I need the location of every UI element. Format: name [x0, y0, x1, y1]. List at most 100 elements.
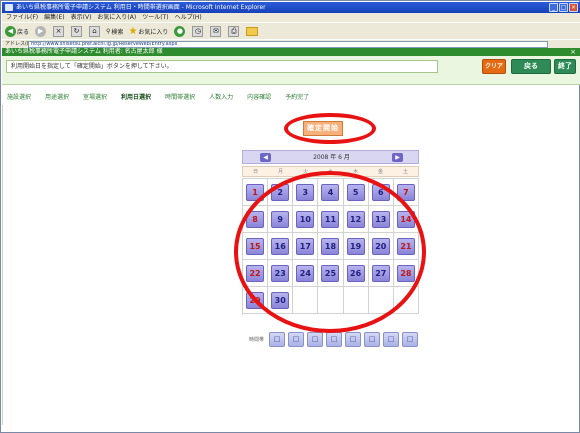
weekday-header: 日 月 火 水 木 金 土	[242, 166, 419, 177]
browser-window: あいち県税事務所電子申請システム 利用日・時間帯選択画面 - Microsoft…	[0, 0, 580, 433]
calendar-cell: 30	[268, 287, 294, 314]
refresh-button[interactable]: ↻	[70, 25, 83, 38]
tab-room[interactable]: 室場選択	[83, 93, 107, 103]
tab-complete[interactable]: 予約完了	[285, 93, 309, 103]
content-divider	[2, 105, 3, 425]
forward-arrow-icon: ▶	[35, 25, 47, 37]
calendar-day-button[interactable]: 22	[246, 264, 265, 282]
calendar-cell: 14	[393, 206, 419, 233]
back-page-button[interactable]: 戻る	[511, 59, 551, 74]
app-close-icon[interactable]: ×	[570, 48, 576, 56]
forward-button[interactable]: ▶	[34, 25, 47, 38]
calendar-day-button[interactable]: 5	[346, 183, 365, 201]
calendar-day-button[interactable]: 10	[296, 210, 315, 228]
maximize-icon[interactable]: □	[559, 3, 568, 12]
calendar-cell: 13	[368, 206, 394, 233]
calendar-day-button[interactable]: 28	[396, 264, 415, 282]
menu-favorites[interactable]: お気に入り(A)	[97, 13, 136, 22]
calendar-day-button[interactable]: 7	[396, 183, 415, 201]
time-slot-button[interactable]: □	[364, 332, 381, 347]
folder-button[interactable]	[245, 25, 258, 38]
calendar-day-button[interactable]: 12	[346, 210, 365, 228]
home-button[interactable]: ⌂	[88, 25, 101, 38]
calendar-day-button[interactable]: 11	[321, 210, 340, 228]
favorites-button[interactable]: ★ お気に入り	[128, 25, 168, 38]
calendar-day-button[interactable]: 27	[371, 264, 390, 282]
tab-date[interactable]: 利用日選択	[121, 93, 151, 103]
calendar-day-button[interactable]: 19	[346, 237, 365, 255]
back-button[interactable]: ◀ 戻る	[5, 25, 29, 38]
stop-button[interactable]: ×	[52, 25, 65, 38]
tab-confirm[interactable]: 内容確認	[247, 93, 271, 103]
menu-help[interactable]: ヘルプ(H)	[175, 13, 202, 22]
calendar-day-button[interactable]: 9	[271, 210, 290, 228]
search-button[interactable]: ⚲ 検索	[106, 25, 123, 38]
calendar-cell: 29	[243, 287, 269, 314]
print-button[interactable]: ⎙	[227, 25, 240, 38]
tab-purpose[interactable]: 用途選択	[45, 93, 69, 103]
end-button[interactable]: 終了	[554, 59, 576, 74]
calendar-cell: 15	[243, 233, 269, 260]
star-icon: ★	[128, 25, 138, 37]
calendar-day-button[interactable]: 2	[271, 183, 290, 201]
time-slot-button[interactable]: □	[288, 332, 305, 347]
weekday-label: 木	[352, 169, 358, 175]
close-icon[interactable]: ×	[569, 3, 578, 12]
weekday-label: 水	[327, 169, 333, 175]
time-slot-button[interactable]: □	[383, 332, 400, 347]
address-bar: アドレス(D) http://www.shisetsu.pref.aichi.l…	[2, 39, 580, 48]
calendar-day-button[interactable]: 30	[271, 291, 290, 309]
media-button[interactable]: ●	[173, 25, 186, 38]
time-slot-button[interactable]: □	[326, 332, 343, 347]
calendar-day-button[interactable]: 23	[271, 264, 290, 282]
time-slot-button[interactable]: □	[345, 332, 362, 347]
calendar-day-button[interactable]: 18	[321, 237, 340, 255]
time-slot-button[interactable]: □	[269, 332, 286, 347]
calendar-day-button[interactable]: 6	[371, 183, 390, 201]
prev-month-button[interactable]: ◀	[260, 153, 271, 162]
step-tabs: 施設選択 用途選択 室場選択 利用日選択 時間帯選択 人数入力 内容確認 予約完…	[2, 93, 580, 103]
calendar-day-button[interactable]: 17	[296, 237, 315, 255]
time-slot-label: 時間帯	[249, 337, 265, 343]
calendar-day-button[interactable]: 14	[396, 210, 415, 228]
address-input[interactable]: http://www.shisetsu.pref.aichi.lg.jp/Res…	[28, 41, 548, 48]
calendar-cell: 12	[343, 206, 369, 233]
folder-icon	[245, 26, 258, 36]
calendar-day-button[interactable]: 20	[371, 237, 390, 255]
tab-people[interactable]: 人数入力	[209, 93, 233, 103]
mail-button[interactable]: ✉	[209, 25, 222, 38]
calendar-day-button[interactable]: 26	[346, 264, 365, 282]
tab-time[interactable]: 時間帯選択	[165, 93, 195, 103]
time-slot-button[interactable]: □	[307, 332, 324, 347]
calendar-day-button[interactable]: 8	[246, 210, 265, 228]
weekday-label: 火	[302, 169, 308, 175]
calendar-cell: 22	[243, 260, 269, 287]
menu-tools[interactable]: ツール(T)	[142, 13, 168, 22]
menu-file[interactable]: ファイル(F)	[6, 13, 38, 22]
calendar-day-button[interactable]: 21	[396, 237, 415, 255]
calendar-cell: 17	[293, 233, 319, 260]
clear-button[interactable]: クリア	[482, 59, 506, 74]
time-slot-button[interactable]: □	[402, 332, 419, 347]
calendar-day-button[interactable]: 29	[246, 291, 265, 309]
minimize-icon[interactable]: _	[549, 3, 558, 12]
menu-edit[interactable]: 編集(E)	[44, 13, 64, 22]
tab-facility[interactable]: 施設選択	[7, 93, 31, 103]
ie-icon	[5, 4, 13, 11]
calendar-day-button[interactable]: 13	[371, 210, 390, 228]
calendar-day-button[interactable]: 1	[246, 183, 265, 201]
confirm-start-button[interactable]: 確定開始	[303, 121, 343, 136]
history-button[interactable]: ◷	[191, 25, 204, 38]
next-month-button[interactable]: ▶	[392, 153, 403, 162]
calendar-cell: 19	[343, 233, 369, 260]
calendar-day-button[interactable]: 4	[321, 183, 340, 201]
weekday-label: 土	[402, 169, 408, 175]
calendar-day-button[interactable]: 25	[321, 264, 340, 282]
menu-view[interactable]: 表示(V)	[71, 13, 92, 22]
calendar-day-button[interactable]: 15	[246, 237, 265, 255]
calendar-day-button[interactable]: 24	[296, 264, 315, 282]
calendar-cell: 18	[318, 233, 344, 260]
calendar-day-button[interactable]: 16	[271, 237, 290, 255]
calendar-day-button[interactable]: 3	[296, 183, 315, 201]
calendar-cell: 1	[243, 179, 269, 206]
